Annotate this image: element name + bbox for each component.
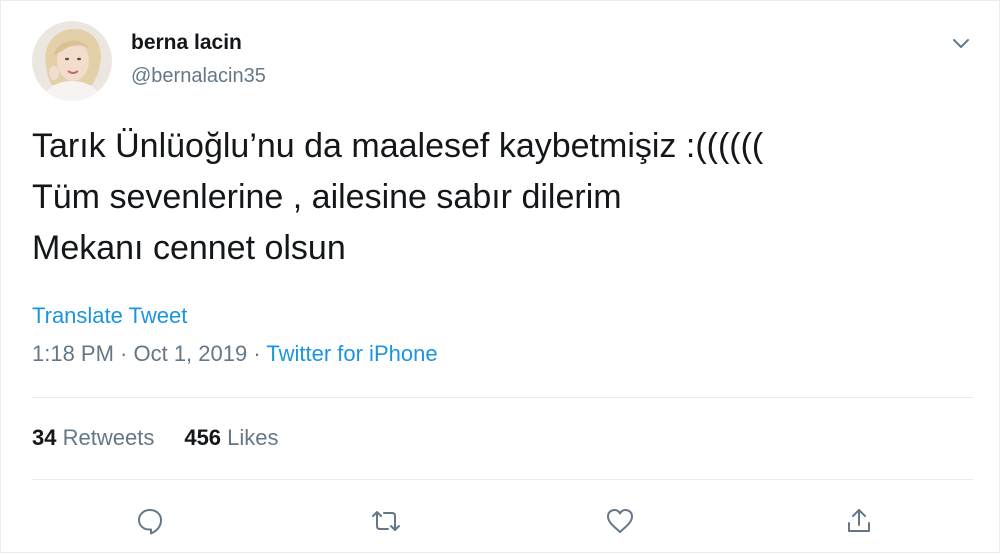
likes-label: Likes	[227, 425, 279, 450]
retweets-stat[interactable]: 34 Retweets	[32, 425, 154, 450]
divider	[32, 479, 973, 480]
chevron-down-icon	[953, 39, 969, 48]
tweet-stats: 34 Retweets 456 Likes	[32, 425, 279, 451]
retweets-count: 34	[32, 425, 57, 450]
tweet-text-line: Tarık Ünlüoğlu’nu da maalesef kaybetmişi…	[32, 127, 764, 165]
translate-tweet-link[interactable]: Translate Tweet	[32, 303, 187, 329]
profile-photo	[32, 21, 112, 101]
more-options-button[interactable]	[946, 29, 976, 59]
likes-stat[interactable]: 456 Likes	[184, 425, 278, 450]
share-button[interactable]	[839, 501, 879, 541]
tweet-source-link[interactable]: Twitter for iPhone	[266, 341, 437, 366]
tweet-text: Tarık Ünlüoğlu’nu da maalesef kaybetmişi…	[32, 121, 763, 274]
retweet-button[interactable]	[366, 501, 406, 541]
tweet-text-line: Tüm sevenlerine , ailesine sabır dilerim	[32, 178, 622, 216]
divider	[32, 397, 973, 398]
tweet-metadata: 1:18 PM · Oct 1, 2019 · Twitter for iPho…	[32, 341, 438, 367]
retweets-label: Retweets	[62, 425, 155, 450]
like-button[interactable]	[600, 501, 640, 541]
tweet-card: berna lacin @bernalacin35 Tarık Ünlüoğlu…	[0, 0, 1000, 553]
tweet-text-line: Mekanı cennet olsun	[32, 229, 346, 267]
tweet-timestamp[interactable]: 1:18 PM · Oct 1, 2019 ·	[32, 341, 266, 366]
avatar[interactable]	[32, 21, 112, 101]
author-name[interactable]: berna lacin	[131, 31, 242, 55]
author-handle[interactable]: @bernalacin35	[131, 65, 266, 88]
heart-icon	[607, 509, 633, 533]
retweet-arrows-icon	[372, 511, 400, 531]
share-upload-icon	[848, 509, 870, 532]
speech-bubble-icon	[138, 509, 162, 535]
reply-button[interactable]	[130, 501, 170, 541]
likes-count: 456	[184, 425, 222, 450]
